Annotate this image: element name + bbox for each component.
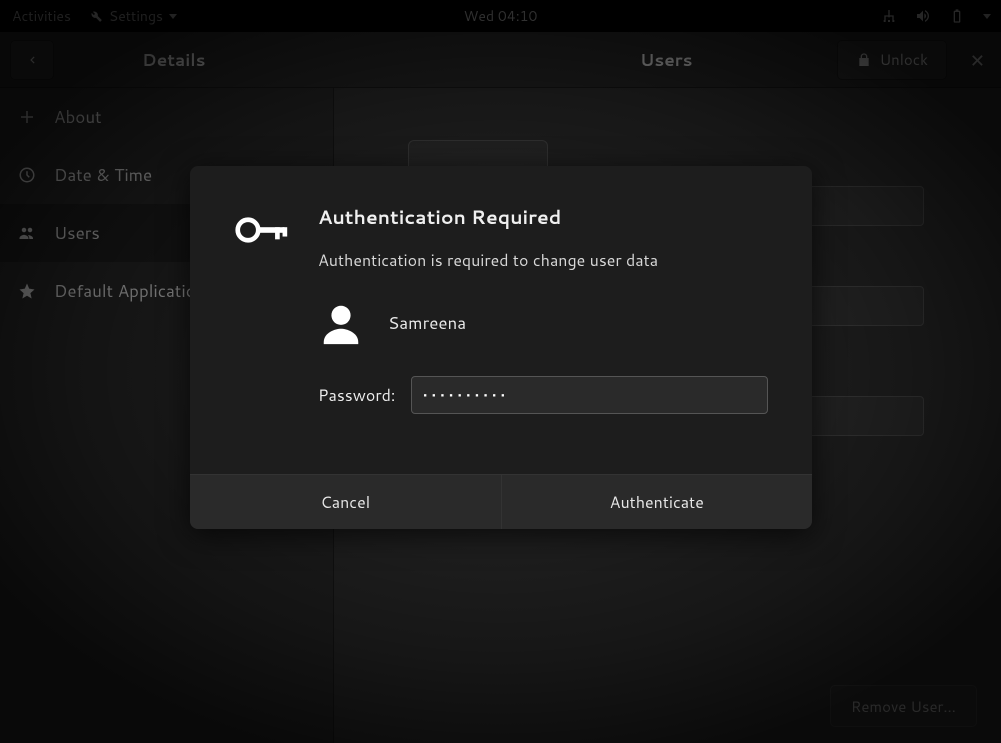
dialog-username: Samreena <box>388 311 466 335</box>
auth-dialog: Authentication Required Authentication i… <box>190 166 812 529</box>
password-input[interactable] <box>411 376 768 414</box>
key-icon <box>234 204 290 414</box>
cancel-button[interactable]: Cancel <box>190 475 501 529</box>
authenticate-button[interactable]: Authenticate <box>501 475 813 529</box>
dialog-message: Authentication is required to change use… <box>318 249 768 272</box>
password-label: Password: <box>318 384 395 407</box>
user-icon <box>318 300 364 346</box>
dialog-title: Authentication Required <box>318 204 768 231</box>
